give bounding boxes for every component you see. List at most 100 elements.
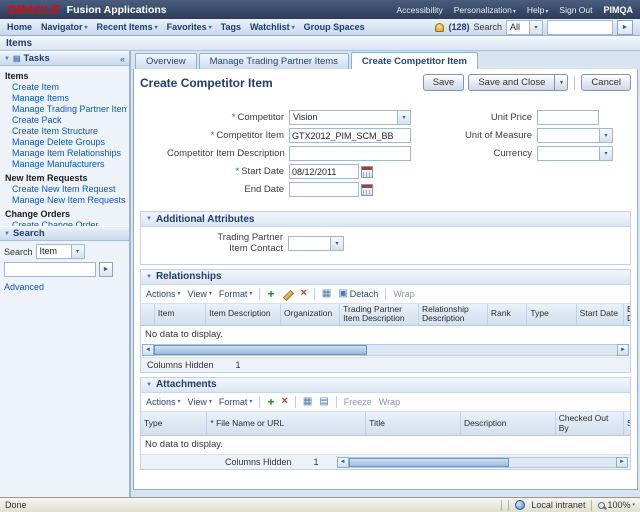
attachments-horizontal-scrollbar[interactable]: ◄ ► <box>336 456 628 468</box>
column-header-checked-out-by[interactable]: Checked Out By <box>556 411 625 436</box>
task-link-manage-manufacturers[interactable]: Manage Manufacturers <box>5 159 127 170</box>
scroll-left-icon[interactable]: ◄ <box>336 456 349 468</box>
menu-recent-items[interactable]: Recent Items ▾ <box>97 22 158 32</box>
search-scope-select[interactable]: All ▾ <box>506 19 543 35</box>
menu-tags[interactable]: Tags <box>221 22 241 32</box>
relationships-view-menu[interactable]: View ▾ <box>188 289 212 299</box>
sidebar-search-scope-select[interactable]: Item ▾ <box>35 244 85 259</box>
attachments-actions-menu[interactable]: Actions ▾ <box>146 397 181 407</box>
search-panel-header[interactable]: ▼ Search <box>0 226 129 241</box>
attachments-format-menu[interactable]: Format ▾ <box>219 397 253 407</box>
sidebar-search-input[interactable] <box>4 262 96 277</box>
zoom-control[interactable]: 100% ▾ <box>598 500 635 510</box>
wrap-button[interactable]: Wrap <box>393 289 414 299</box>
column-header-shared[interactable]: Sh <box>624 412 630 436</box>
tab-overview[interactable]: Overview <box>135 53 197 69</box>
save-and-close-button[interactable]: Save and Close <box>468 74 556 91</box>
scrollbar-thumb[interactable] <box>348 457 510 467</box>
column-header-start-date[interactable]: Start Date <box>577 303 624 325</box>
notifications-bell-icon[interactable] <box>435 22 445 32</box>
detach-button[interactable]: ▣ Detach <box>338 288 378 299</box>
query-by-example-icon[interactable]: ▦ <box>303 396 312 407</box>
task-link-create-new-item-request[interactable]: Create New Item Request <box>5 184 127 195</box>
task-link-manage-items[interactable]: Manage Items <box>5 93 127 104</box>
advanced-search-link[interactable]: Advanced <box>4 282 44 292</box>
cancel-button[interactable]: Cancel <box>581 74 631 91</box>
task-link-manage-trading-partner-items[interactable]: Manage Trading Partner Items <box>5 104 127 115</box>
column-header-rank[interactable]: Rank <box>488 303 528 325</box>
search-go-button[interactable]: ► <box>617 19 633 35</box>
competitor-item-description-input[interactable] <box>289 146 411 161</box>
accessibility-link[interactable]: Accessibility <box>396 5 442 15</box>
menu-watchlist[interactable]: Watchlist ▾ <box>250 22 295 32</box>
column-header-end-date[interactable]: End Date <box>624 304 630 325</box>
column-header-relationship-description[interactable]: Relationship Description <box>419 303 488 325</box>
unit-of-measure-select[interactable]: ▾ <box>537 128 613 143</box>
global-search-input[interactable] <box>547 19 613 35</box>
query-by-example-icon[interactable]: ▦ <box>322 288 331 299</box>
menu-favorites[interactable]: Favorites ▾ <box>167 22 212 32</box>
task-link-create-item[interactable]: Create Item <box>5 82 127 93</box>
delete-attachment-icon[interactable]: × <box>281 396 287 407</box>
scroll-left-icon[interactable]: ◄ <box>142 343 154 356</box>
wrap-button[interactable]: Wrap <box>379 397 400 407</box>
scroll-right-icon[interactable]: ► <box>616 456 628 468</box>
save-button[interactable]: Save <box>422 74 465 91</box>
unit-price-input[interactable] <box>537 110 599 125</box>
column-header-title[interactable]: Title <box>366 411 461 436</box>
task-link-create-item-structure[interactable]: Create Item Structure <box>5 126 127 137</box>
relationships-actions-menu[interactable]: Actions ▾ <box>146 289 181 299</box>
save-and-close-dropdown-icon[interactable]: ▼ <box>555 74 569 91</box>
column-header-item[interactable]: Item <box>155 303 207 325</box>
currency-select[interactable]: ▾ <box>537 146 613 161</box>
add-attachment-icon[interactable]: + <box>267 396 274 408</box>
edit-icon[interactable] <box>281 288 293 300</box>
help-menu[interactable]: Help▾ <box>527 5 549 15</box>
column-header-file-name-or-url[interactable]: * File Name or URL <box>207 411 367 436</box>
task-link-create-pack[interactable]: Create Pack <box>5 115 127 126</box>
relationships-format-menu[interactable]: Format ▾ <box>219 289 253 299</box>
column-header-trading-partner-item-description[interactable]: Trading Partner Item Description <box>340 303 419 325</box>
sidebar-search-go-button[interactable]: ► <box>99 262 113 277</box>
scrollbar-track[interactable] <box>348 456 616 468</box>
attachments-view-menu[interactable]: View ▾ <box>188 397 212 407</box>
menu-home[interactable]: Home <box>7 22 32 32</box>
column-header-description[interactable]: Description <box>461 411 556 436</box>
relationships-horizontal-scrollbar[interactable]: ◄ ► <box>142 343 629 356</box>
freeze-button[interactable]: Freeze <box>344 397 372 407</box>
start-date-calendar-icon[interactable] <box>361 165 373 178</box>
global-search-area: (128) Search All ▾ ► <box>435 19 633 35</box>
menu-group-spaces[interactable]: Group Spaces <box>304 22 365 32</box>
column-header-type[interactable]: Type <box>141 411 208 436</box>
tab-manage-trading-partner-items[interactable]: Manage Trading Partner Items <box>198 53 349 69</box>
task-link-manage-item-relationships[interactable]: Manage Item Relationships <box>5 148 127 159</box>
scrollbar-thumb[interactable] <box>154 344 367 355</box>
task-link-manage-new-item-requests[interactable]: Manage New Item Requests <box>5 195 127 206</box>
notification-count[interactable]: (128) <box>448 22 469 32</box>
detach-icon[interactable]: ▤ <box>319 396 328 407</box>
collapse-pane-icon[interactable]: « <box>120 54 125 64</box>
additional-attributes-header[interactable]: ▼ Additional Attributes <box>141 212 630 227</box>
add-row-icon[interactable]: + <box>267 288 274 300</box>
trading-partner-item-contact-select[interactable]: ▾ <box>288 236 344 252</box>
panel-title-row: Create Competitor Item Save Save and Clo… <box>139 71 632 93</box>
task-link-manage-delete-groups[interactable]: Manage Delete Groups <box>5 137 127 148</box>
column-header-organization[interactable]: Organization <box>281 303 341 325</box>
attachments-header[interactable]: ▼ Attachments <box>141 377 630 393</box>
menu-navigator[interactable]: Navigator ▾ <box>41 22 88 32</box>
scroll-right-icon[interactable]: ► <box>617 343 629 356</box>
start-date-input[interactable] <box>289 164 359 179</box>
competitor-select[interactable]: Vision ▾ <box>289 110 411 125</box>
tab-create-competitor-item[interactable]: Create Competitor Item <box>350 52 478 69</box>
column-header-type[interactable]: Type <box>527 303 577 325</box>
personalization-menu[interactable]: Personalization▾ <box>454 5 516 15</box>
scrollbar-track[interactable] <box>154 343 617 356</box>
tasks-panel-header[interactable]: ▼ ▤ Tasks « <box>0 51 129 66</box>
end-date-calendar-icon[interactable] <box>361 183 373 196</box>
end-date-input[interactable] <box>289 182 359 197</box>
relationships-header[interactable]: ▼ Relationships <box>141 269 630 285</box>
delete-icon[interactable]: × <box>300 288 306 299</box>
sign-out-link[interactable]: Sign Out <box>559 5 592 15</box>
competitor-item-input[interactable] <box>289 128 411 143</box>
column-header-item-description[interactable]: Item Description <box>206 303 282 325</box>
